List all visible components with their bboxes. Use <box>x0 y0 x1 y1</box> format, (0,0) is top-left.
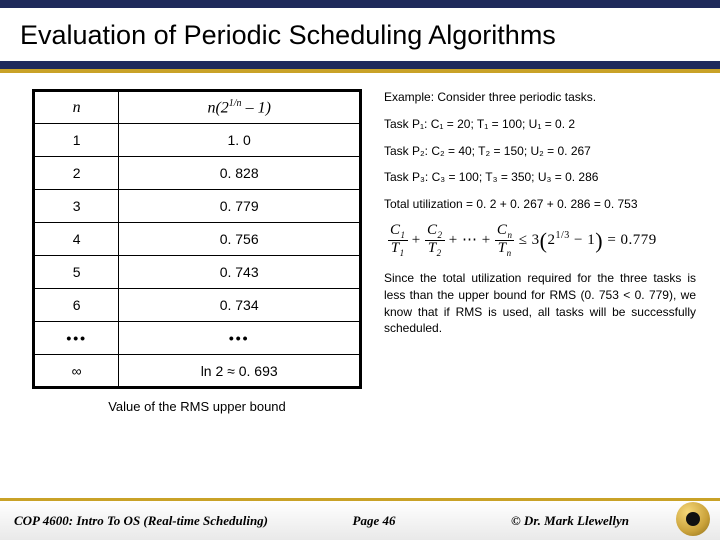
table-panel: n n(21/n – 1) 11. 0 20. 828 30. 779 40. … <box>32 89 362 414</box>
task2-line: Task P₂: C₂ = 40; T₂ = 150; U₂ = 0. 267 <box>384 143 696 160</box>
table-row: 20. 828 <box>34 157 361 190</box>
top-dark-bar <box>0 0 720 8</box>
table-row: 40. 756 <box>34 223 361 256</box>
col-header-fn: n(21/n – 1) <box>119 91 361 124</box>
table-row: 30. 779 <box>34 190 361 223</box>
task1-line: Task P₁: C₁ = 20; T₁ = 100; U₁ = 0. 2 <box>384 116 696 133</box>
table-row: 60. 734 <box>34 289 361 322</box>
table-row: 50. 743 <box>34 256 361 289</box>
table-row: 11. 0 <box>34 124 361 157</box>
table-caption: Value of the RMS upper bound <box>32 399 362 414</box>
task3-line: Task P₃: C₃ = 100; T₃ = 350; U₃ = 0. 286 <box>384 169 696 186</box>
title-underline-dark <box>0 61 720 69</box>
total-utilization: Total utilization = 0. 2 + 0. 267 + 0. 2… <box>384 196 696 213</box>
page-title: Evaluation of Periodic Scheduling Algori… <box>0 8 720 61</box>
footer-bar: COP 4600: Intro To OS (Real-time Schedul… <box>0 498 720 540</box>
footer-author: © Dr. Mark Llewellyn <box>434 513 706 529</box>
ucf-logo-icon <box>676 502 710 536</box>
content-area: n n(21/n – 1) 11. 0 20. 828 30. 779 40. … <box>0 73 720 422</box>
example-intro: Example: Consider three periodic tasks. <box>384 89 696 106</box>
col-header-n: n <box>34 91 119 124</box>
rms-bound-table: n n(21/n – 1) 11. 0 20. 828 30. 779 40. … <box>32 89 362 389</box>
table-header-row: n n(21/n – 1) <box>34 91 361 124</box>
rms-formula: C1T1 + C2T2 + ⋯ + CnTn ≤ 3(21/3 − 1) = 0… <box>388 223 696 258</box>
example-panel: Example: Consider three periodic tasks. … <box>384 89 696 414</box>
table-row: •••••• <box>34 322 361 355</box>
conclusion-text: Since the total utilization required for… <box>384 270 696 337</box>
table-row: ∞ln 2 ≈ 0. 693 <box>34 355 361 388</box>
footer-page: Page 46 <box>314 513 434 529</box>
footer-course: COP 4600: Intro To OS (Real-time Schedul… <box>14 513 314 529</box>
formula-result: = 0.779 <box>607 232 656 248</box>
